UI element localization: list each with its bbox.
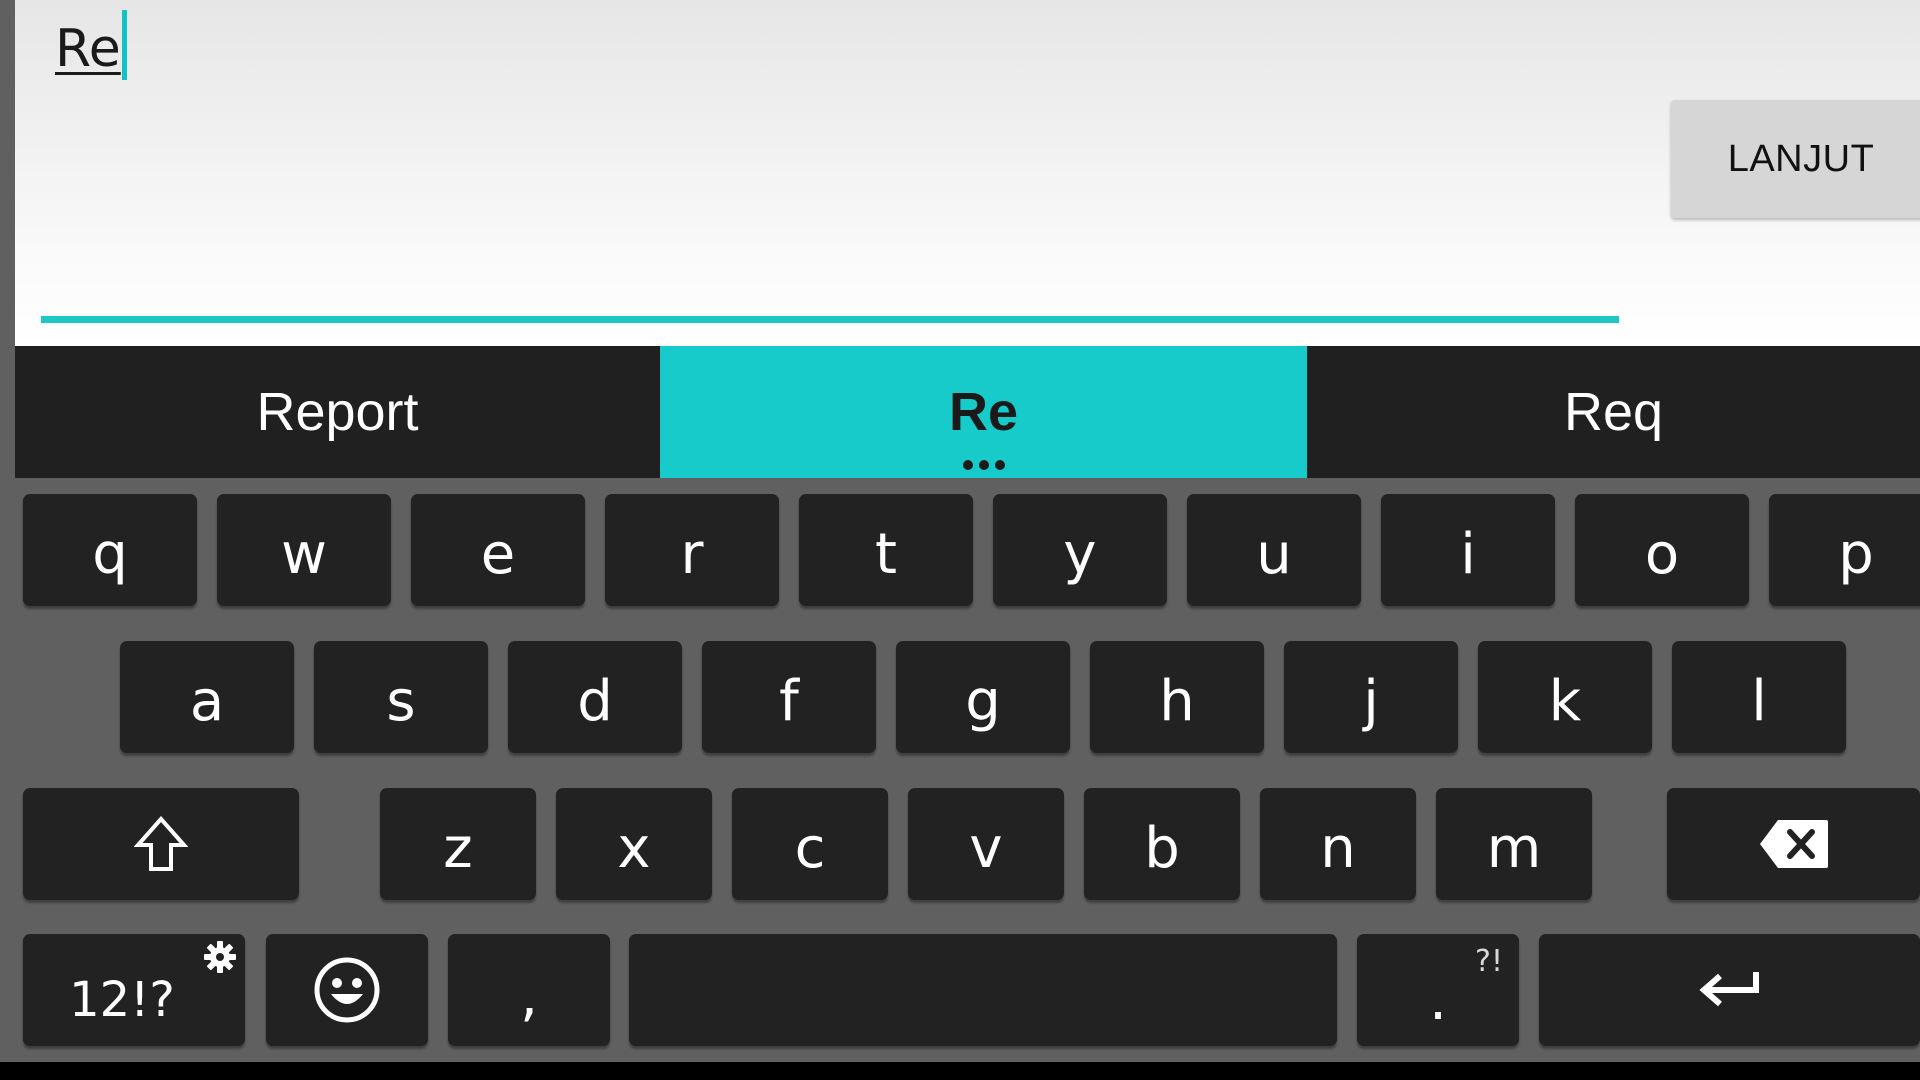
android-screen: Re LANJUT Report Re Req q w e r t y u i o p a s d f g… (0, 0, 1920, 1080)
key-v[interactable]: v (908, 788, 1064, 900)
text-cursor (121, 10, 127, 80)
key-label: h (1159, 668, 1195, 734)
key-label: j (1363, 668, 1379, 734)
left-edge-strip (0, 0, 15, 1062)
key-label: d (577, 668, 613, 734)
more-options-icon (660, 460, 1307, 470)
key-label: o (1644, 521, 1680, 587)
shift-arrow-up-icon (134, 815, 188, 871)
suggestion-right-label: Req (1563, 382, 1664, 442)
text-input-field[interactable]: Re (41, 0, 1619, 324)
key-j[interactable]: j (1284, 641, 1458, 753)
key-d[interactable]: d (508, 641, 682, 753)
gear-icon (204, 941, 236, 973)
key-s[interactable]: s (314, 641, 488, 753)
key-p[interactable]: p (1769, 494, 1920, 606)
key-g[interactable]: g (896, 641, 1070, 753)
smiley-icon (314, 957, 380, 1023)
key-label: r (680, 521, 704, 587)
key-label: i (1460, 521, 1476, 587)
key-i[interactable]: i (1381, 494, 1555, 606)
space-bar[interactable] (629, 934, 1337, 1046)
key-label: k (1548, 668, 1582, 734)
key-r[interactable]: r (605, 494, 779, 606)
backspace-key[interactable] (1667, 788, 1920, 900)
key-x[interactable]: x (556, 788, 712, 900)
key-label: b (1144, 815, 1180, 881)
key-label: p (1838, 521, 1874, 587)
suggestion-middle-label: Re (948, 382, 1019, 442)
key-label: m (1486, 815, 1542, 881)
shift-key[interactable] (23, 788, 299, 900)
key-label: q (92, 521, 128, 587)
suggestion-middle[interactable]: Re (660, 346, 1307, 478)
key-label: e (480, 521, 516, 587)
suggestion-bar: Report Re Req (15, 346, 1920, 478)
typed-text: Re (55, 10, 127, 82)
key-label: g (965, 668, 1001, 734)
key-label: y (1063, 521, 1097, 587)
key-label: s (386, 668, 416, 734)
bottom-edge-bar (0, 1062, 1920, 1080)
key-z[interactable]: z (380, 788, 536, 900)
key-t[interactable]: t (799, 494, 973, 606)
key-w[interactable]: w (217, 494, 391, 606)
key-m[interactable]: m (1436, 788, 1592, 900)
key-y[interactable]: y (993, 494, 1167, 606)
key-h[interactable]: h (1090, 641, 1264, 753)
comma-key[interactable]: , (448, 934, 610, 1046)
key-n[interactable]: n (1260, 788, 1416, 900)
key-o[interactable]: o (1575, 494, 1749, 606)
key-b[interactable]: b (1084, 788, 1240, 900)
key-label: w (281, 521, 327, 587)
key-f[interactable]: f (702, 641, 876, 753)
key-label: l (1751, 668, 1767, 734)
suggestion-right[interactable]: Req (1307, 346, 1920, 478)
key-e[interactable]: e (411, 494, 585, 606)
period-key-hint: ?! (1475, 944, 1503, 979)
key-c[interactable]: c (732, 788, 888, 900)
key-label: v (969, 815, 1003, 881)
key-l[interactable]: l (1672, 641, 1846, 753)
key-label: f (779, 668, 799, 734)
enter-key[interactable] (1539, 934, 1920, 1046)
key-q[interactable]: q (23, 494, 197, 606)
key-a[interactable]: a (120, 641, 294, 753)
symbols-key[interactable]: 12!? (23, 934, 245, 1046)
on-screen-keyboard: q w e r t y u i o p a s d f g h j k l z x c v b n m 12!? , . ?! (15, 478, 1920, 1062)
key-label: c (794, 815, 826, 881)
typed-text-value: Re (55, 19, 121, 79)
emoji-key[interactable] (266, 934, 428, 1046)
enter-arrow-icon (1698, 972, 1759, 1007)
text-field-underline (41, 316, 1619, 323)
key-label: t (875, 521, 897, 587)
key-label: n (1320, 815, 1356, 881)
suggestion-left-label: Report (256, 382, 419, 442)
key-label: x (617, 815, 651, 881)
input-area: Re LANJUT (15, 0, 1920, 346)
key-k[interactable]: k (1478, 641, 1652, 753)
symbols-key-label: 12!? (69, 972, 175, 1028)
key-label: a (189, 668, 225, 734)
suggestion-left[interactable]: Report (15, 346, 660, 478)
period-key-label: . (1429, 967, 1447, 1033)
next-button[interactable]: LANJUT (1671, 100, 1920, 218)
key-label: u (1256, 521, 1292, 587)
backspace-x-icon (1759, 820, 1828, 868)
comma-key-label: , (520, 963, 538, 1029)
period-key[interactable]: . ?! (1357, 934, 1519, 1046)
key-label: z (443, 815, 473, 881)
key-u[interactable]: u (1187, 494, 1361, 606)
